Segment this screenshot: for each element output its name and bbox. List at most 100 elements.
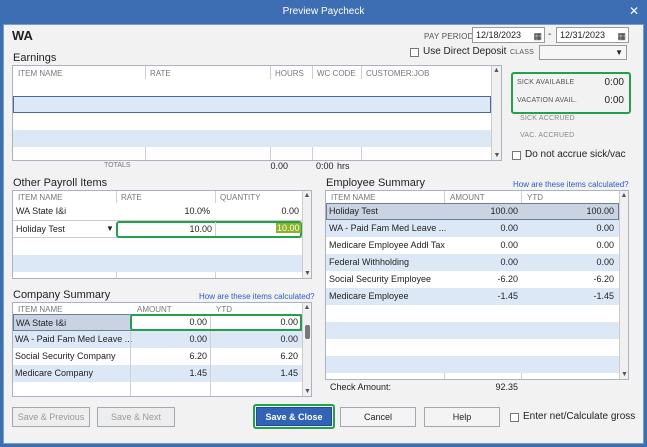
no-accrue-checkbox[interactable] (512, 151, 521, 160)
save-next-button[interactable]: Save & Next (97, 407, 175, 427)
employee-row[interactable] (326, 305, 619, 322)
earnings-header-rate: RATE (150, 69, 171, 78)
close-icon[interactable]: ✕ (627, 4, 641, 18)
calendar-icon[interactable]: ▦ (533, 29, 542, 43)
employee-row-amount: 0.00 (500, 223, 518, 233)
company-row-name: Medicare Company (15, 368, 94, 378)
sick-available-value: 0:00 (604, 77, 624, 88)
scroll-down-icon[interactable]: ▼ (303, 388, 312, 395)
earnings-row[interactable] (13, 130, 491, 147)
employee-row-name: Holiday Test (329, 206, 378, 216)
chevron-down-icon[interactable]: ▼ (106, 224, 114, 233)
other-header-item: ITEM NAME (18, 193, 63, 202)
cancel-button[interactable]: Cancel (340, 407, 416, 427)
company-row-ytd: 1.45 (280, 368, 298, 378)
company-header-ytd: YTD (216, 305, 232, 314)
employee-header-item: ITEM NAME (331, 193, 376, 202)
employee-row[interactable] (326, 339, 619, 356)
vacation-available-label: VACATION AVAIL. (517, 97, 578, 104)
employee-row-name: Medicare Employee Addl Tax (329, 240, 445, 250)
company-row-amount: 0.00 (189, 334, 207, 344)
earnings-header-wc: WC CODE (317, 69, 356, 78)
scroll-thumb[interactable] (305, 325, 310, 339)
company-row[interactable]: WA - Paid Fam Med Leave ... 0.00 0.00 (13, 331, 302, 348)
window-title: Preview Paycheck (282, 6, 365, 17)
other-payroll-title: Other Payroll Items (13, 177, 108, 189)
employee-calc-link[interactable]: How are these items calculated? (513, 180, 629, 189)
earnings-title: Earnings (13, 52, 57, 64)
help-button[interactable]: Help (424, 407, 500, 427)
company-scrollbar[interactable]: ▲ ▼ (302, 303, 311, 396)
pay-period-label: PAY PERIOD (424, 32, 474, 41)
check-amount-value: 92.35 (495, 382, 518, 392)
calendar-icon[interactable]: ▦ (617, 29, 626, 43)
scroll-down-icon[interactable]: ▼ (303, 270, 312, 277)
employee-row-ytd: 0.00 (596, 223, 614, 233)
vac-accrued-label: VAC. ACCRUED (520, 132, 575, 139)
company-row-name: WA - Paid Fam Med Leave ... (15, 334, 133, 344)
company-calc-link[interactable]: How are these items calculated? (199, 292, 315, 301)
other-payroll-row[interactable] (13, 238, 302, 255)
pay-period-end[interactable]: 12/31/2023 ▦ (556, 27, 629, 43)
other-payroll-scrollbar[interactable]: ▲ ▼ (302, 191, 311, 278)
enter-net-label: Enter net/Calculate gross (523, 411, 636, 422)
employee-scrollbar[interactable]: ▲ ▼ (619, 191, 628, 379)
sick-available-label: SICK AVAILABLE (517, 79, 575, 86)
holiday-qty-input[interactable]: 10.00 (276, 223, 301, 233)
employee-row-ytd: -1.45 (593, 291, 614, 301)
company-row[interactable]: Medicare Company 1.45 1.45 (13, 365, 302, 382)
sick-accrued-label: SICK ACCRUED (520, 115, 575, 122)
company-row-amount: 0.00 (189, 317, 207, 327)
employee-row[interactable] (326, 356, 619, 373)
holiday-rate-input[interactable]: 10.00 (120, 224, 212, 234)
company-summary-title: Company Summary (13, 289, 111, 301)
direct-deposit-checkbox[interactable] (410, 48, 419, 57)
earnings-row[interactable] (13, 79, 491, 96)
pay-period-end-value: 12/31/2023 (560, 30, 606, 40)
employee-row-name: Medicare Employee (329, 291, 409, 301)
no-accrue-label: Do not accrue sick/vac (525, 149, 626, 160)
employee-row-amount: 100.00 (490, 206, 518, 216)
pay-period-start[interactable]: 12/18/2023 ▦ (472, 27, 545, 43)
employee-header-ytd: YTD (527, 193, 543, 202)
earnings-header-hours: HOURS (275, 69, 304, 78)
earnings-scrollbar[interactable]: ▲ ▼ (491, 66, 501, 160)
totals-hours-b: 0:00 (316, 161, 334, 171)
earnings-header-item: ITEM NAME (18, 69, 63, 78)
class-select[interactable]: ▼ (539, 45, 627, 60)
employee-row-amount: 0.00 (500, 240, 518, 250)
employee-row-name: Social Security Employee (329, 274, 432, 284)
employee-summary-title: Employee Summary (326, 177, 426, 189)
scroll-down-icon[interactable]: ▼ (620, 371, 629, 378)
scroll-down-icon[interactable]: ▼ (492, 152, 502, 159)
earnings-header-customer: CUSTOMER:JOB (366, 69, 430, 78)
scroll-up-icon[interactable]: ▲ (303, 304, 311, 311)
employee-row-name: WA - Paid Fam Med Leave ... (329, 223, 447, 233)
employee-row-ytd: -6.20 (593, 274, 614, 284)
scroll-up-icon[interactable]: ▲ (303, 192, 311, 199)
other-payroll-row[interactable] (13, 255, 302, 272)
employee-header-amount: AMOUNT (450, 193, 485, 202)
employee-row[interactable] (326, 322, 619, 339)
other-row-qty: 0.00 (281, 206, 299, 216)
earnings-row[interactable] (13, 113, 491, 130)
employee-row-amount: -1.45 (497, 291, 518, 301)
company-row-amount: 6.20 (189, 351, 207, 361)
other-row-name: WA State I&i (16, 206, 67, 216)
chevron-down-icon: ▼ (615, 48, 623, 57)
totals-hrs-unit: hrs (337, 161, 350, 171)
other-payroll-row[interactable]: WA State I&i 10.0% 0.00 (13, 203, 302, 220)
company-row-ytd: 6.20 (280, 351, 298, 361)
earnings-row[interactable] (13, 96, 491, 113)
other-row-rate: 10.0% (184, 206, 210, 216)
company-row-ytd: 0.00 (280, 317, 298, 327)
company-row[interactable]: Social Security Company 6.20 6.20 (13, 348, 302, 365)
save-previous-button[interactable]: Save & Previous (12, 407, 90, 427)
employee-row-amount: 0.00 (500, 257, 518, 267)
enter-net-checkbox[interactable] (510, 413, 519, 422)
save-close-button[interactable]: Save & Close (256, 407, 332, 426)
scroll-up-icon[interactable]: ▲ (492, 67, 501, 74)
class-label: CLASS (510, 49, 534, 56)
title-bar: Preview Paycheck ✕ (0, 0, 647, 24)
scroll-up-icon[interactable]: ▲ (620, 192, 628, 199)
